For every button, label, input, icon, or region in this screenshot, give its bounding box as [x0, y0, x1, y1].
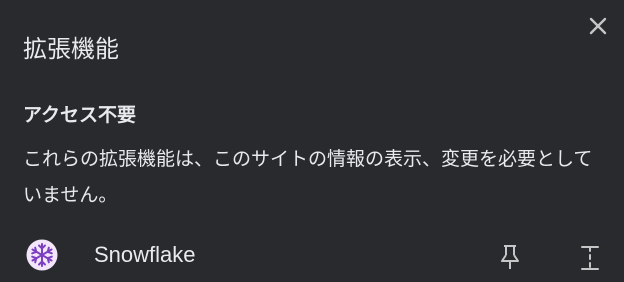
section-heading: アクセス不要 — [23, 104, 137, 126]
pin-icon — [501, 245, 519, 269]
extension-row[interactable]: Snowflake — [0, 232, 624, 282]
pin-button[interactable] — [497, 242, 523, 272]
more-vertical-icon — [581, 246, 599, 270]
extensions-popup: 拡張機能 アクセス不要 これらの拡張機能は、このサイトの情報の表示、変更を必要と… — [0, 0, 624, 282]
popup-title: 拡張機能 — [23, 35, 119, 63]
section-description: これらの拡張機能は、このサイトの情報の表示、変更を必要としていません。 — [23, 148, 593, 206]
close-button[interactable] — [584, 12, 612, 40]
extension-name: Snowflake — [94, 242, 196, 267]
more-options-button[interactable] — [576, 242, 604, 272]
close-icon — [589, 17, 607, 35]
snowflake-icon — [26, 239, 58, 271]
